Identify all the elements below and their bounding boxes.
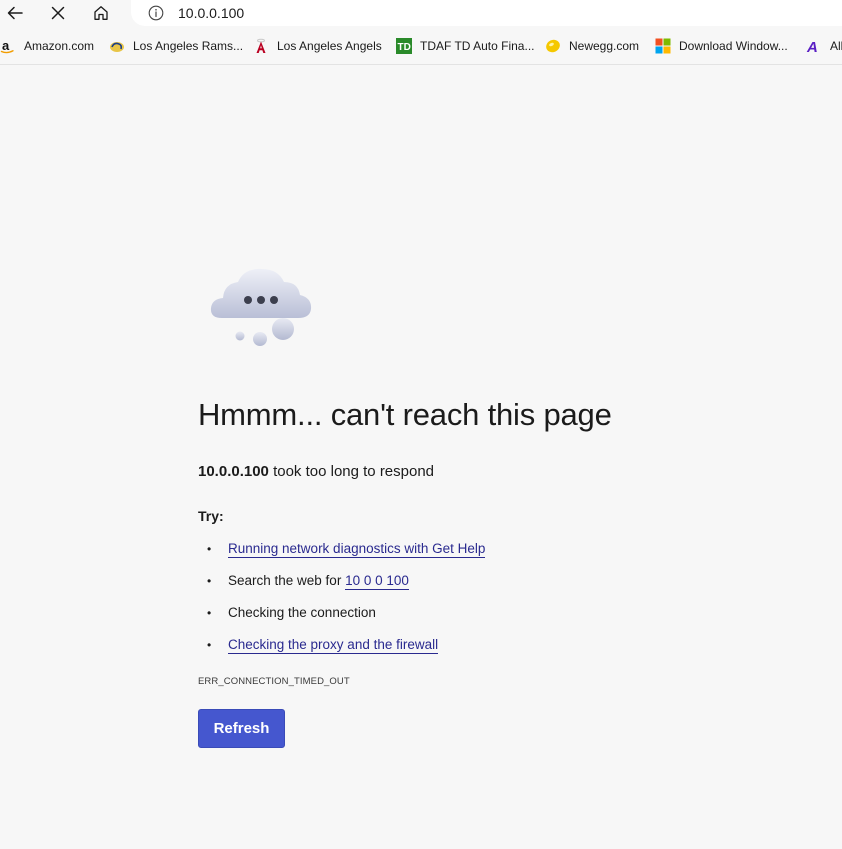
bookmark-label: All bbox=[830, 39, 842, 53]
check-connection-text: Checking the connection bbox=[228, 605, 376, 620]
bookmark-angels[interactable]: Los Angeles Angels bbox=[253, 37, 382, 55]
error-message: took too long to respond bbox=[268, 463, 435, 480]
list-item: Checking the connection bbox=[198, 602, 485, 634]
list-item: Checking the proxy and the firewall bbox=[198, 634, 485, 666]
url-input[interactable] bbox=[178, 5, 778, 21]
svg-text:a: a bbox=[2, 38, 10, 53]
bookmark-label: Los Angeles Angels bbox=[277, 39, 382, 53]
bookmark-label: Download Window... bbox=[679, 39, 788, 53]
bookmark-label: Los Angeles Rams... bbox=[133, 39, 244, 53]
error-subtitle: 10.0.0.100 took too long to respond bbox=[198, 463, 434, 480]
browser-toolbar bbox=[0, 0, 842, 28]
back-button[interactable] bbox=[0, 0, 30, 26]
try-label: Try: bbox=[198, 508, 224, 524]
error-host: 10.0.0.100 bbox=[198, 463, 269, 480]
angels-icon bbox=[253, 38, 269, 54]
home-icon bbox=[94, 6, 108, 20]
cloud-error-icon bbox=[208, 260, 318, 350]
bookmark-label: TDAF TD Auto Fina... bbox=[420, 39, 535, 53]
info-icon[interactable] bbox=[147, 4, 165, 22]
bookmark-label: Newegg.com bbox=[569, 39, 640, 53]
bookmark-windows[interactable]: Download Window... bbox=[655, 37, 788, 55]
bookmark-label: Amazon.com bbox=[24, 39, 95, 53]
bookmark-rams[interactable]: Los Angeles Rams... bbox=[109, 37, 243, 55]
address-bar[interactable] bbox=[131, 0, 842, 26]
bookmarks-bar: a Amazon.com Los Angeles Rams... Los Ang… bbox=[0, 28, 842, 65]
home-button[interactable] bbox=[86, 0, 116, 26]
bookmark-amazon[interactable]: a Amazon.com bbox=[0, 37, 94, 55]
td-icon: TD bbox=[396, 38, 412, 54]
rams-icon bbox=[109, 38, 125, 54]
error-code: ERR_CONNECTION_TIMED_OUT bbox=[198, 676, 350, 687]
amazon-icon: a bbox=[0, 38, 16, 54]
refresh-button[interactable]: Refresh bbox=[198, 709, 285, 748]
close-icon bbox=[51, 6, 65, 20]
bookmark-tdaf[interactable]: TD TDAF TD Auto Fina... bbox=[396, 37, 534, 55]
stop-button[interactable] bbox=[43, 0, 73, 26]
list-item: Running network diagnostics with Get Hel… bbox=[198, 538, 486, 570]
search-prefix-text: Search the web for bbox=[228, 573, 346, 588]
suggestion-list: Running network diagnostics with Get Hel… bbox=[198, 538, 486, 666]
error-heading: Hmmm... can't reach this page bbox=[198, 397, 612, 432]
newegg-icon bbox=[545, 38, 561, 54]
network-diagnostics-link[interactable]: Running network diagnostics with Get Hel… bbox=[228, 541, 486, 558]
bookmark-newegg[interactable]: Newegg.com bbox=[545, 37, 639, 55]
svg-text:TD: TD bbox=[398, 42, 411, 53]
back-arrow-icon bbox=[7, 6, 23, 20]
list-item: Search the web for 10 0 0 100 bbox=[198, 570, 485, 602]
windows-icon bbox=[655, 38, 671, 54]
all-icon: A bbox=[806, 38, 822, 54]
proxy-firewall-link[interactable]: Checking the proxy and the firewall bbox=[228, 637, 439, 654]
bookmark-all[interactable]: A All bbox=[806, 37, 842, 55]
svg-text:A: A bbox=[806, 39, 818, 54]
search-web-link[interactable]: 10 0 0 100 bbox=[345, 573, 409, 590]
